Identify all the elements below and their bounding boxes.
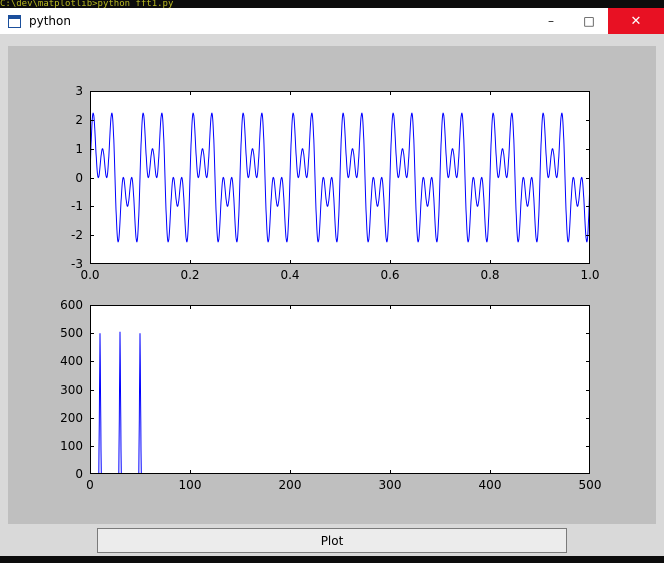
y-tick-label: 0 [75, 467, 83, 481]
x-tick-label: 0.4 [280, 268, 300, 282]
y-tick-label: 2 [75, 112, 83, 127]
background-console: C:\dev\matplotlib>python fft1.py [0, 0, 664, 8]
data-line [89, 112, 591, 243]
plot-button[interactable]: Plot [97, 528, 567, 553]
maximize-button[interactable]: □ [570, 8, 608, 34]
y-tick-label: 1 [75, 141, 83, 156]
screen: C:\dev\matplotlib>python fft1.py python … [0, 0, 664, 563]
y-tick-label: 100 [60, 438, 83, 453]
spectrum-axes: 0 100 200 300 400 500 0 100 200 300 400 500 600 [60, 298, 601, 492]
y-tick-label: 3 [75, 84, 83, 98]
x-tick-label: 100 [178, 478, 202, 492]
x-tick-label: 0.0 [80, 268, 100, 282]
titlebar: python – □ ✕ [0, 8, 664, 34]
x-tick-label: 0 [86, 478, 94, 492]
figure-canvas: 0.0 0.2 0.4 0.6 0.8 1.0 -3 -2 -1 0 1 2 3 0 100 200 300 4… [8, 46, 656, 524]
y-tick-label: -1 [71, 199, 83, 214]
client-area: 0.0 0.2 0.4 0.6 0.8 1.0 -3 -2 -1 0 1 2 3 0 100 200 300 4… [0, 34, 664, 556]
minimize-button[interactable]: – [532, 8, 570, 34]
waveform-plot [89, 91, 591, 265]
python-window: python – □ ✕ 0.0 0.2 0.4 0.6 0.8 1.0 -3 -2 -1 0 1 2… [0, 8, 664, 556]
y-tick-label: 300 [60, 382, 83, 397]
window-title: python [29, 14, 71, 28]
y-tick-label: -3 [71, 257, 83, 271]
y-tick-label: 500 [60, 326, 83, 341]
close-button[interactable]: ✕ [608, 8, 664, 34]
minimize-icon: – [548, 14, 554, 28]
x-tick-label: 0.6 [380, 268, 400, 282]
y-tick-label: 400 [60, 354, 83, 369]
close-icon: ✕ [630, 13, 642, 29]
window-controls: – □ ✕ [532, 8, 664, 34]
x-tick-label: 300 [378, 478, 402, 492]
x-tick-label: 500 [578, 478, 602, 492]
y-tick-label: 200 [60, 410, 83, 425]
spectrum-plot [90, 305, 591, 475]
x-tick-label: 0.8 [480, 268, 500, 282]
console-text: C:\dev\matplotlib>python fft1.py [0, 0, 174, 8]
y-tick-label: 600 [60, 298, 83, 312]
data-line [90, 331, 590, 475]
x-tick-label: 0.2 [180, 268, 200, 282]
x-tick-label: 400 [478, 478, 502, 492]
y-tick-label: -2 [71, 228, 83, 243]
x-tick-label: 200 [278, 478, 302, 492]
y-tick-label: 0 [75, 170, 83, 185]
app-icon [8, 14, 21, 28]
maximize-icon: □ [583, 14, 595, 28]
waveform-axes: 0.0 0.2 0.4 0.6 0.8 1.0 -3 -2 -1 0 1 2 3 [71, 84, 600, 282]
x-tick-label: 1.0 [580, 268, 600, 282]
